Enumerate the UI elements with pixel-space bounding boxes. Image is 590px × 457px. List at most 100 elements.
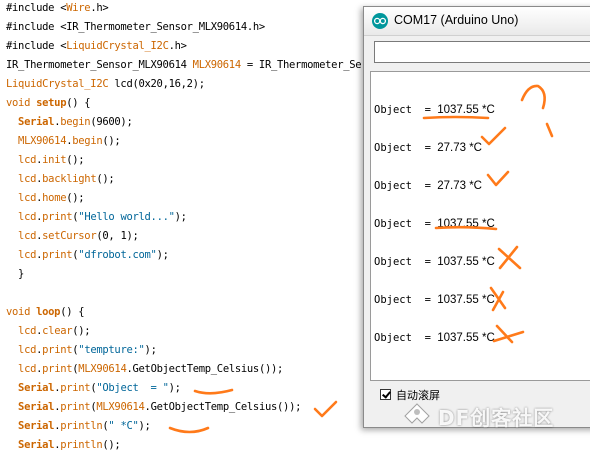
code-line: lcd.print("tempture:"); [6, 341, 157, 360]
code-token: loop [36, 306, 61, 318]
code-token: ); [138, 420, 151, 432]
code-line: Serial.print("Object = "); [6, 379, 181, 398]
code-token: (); [66, 154, 85, 166]
code-token: IR_Thermometer_Sensor_MLX90614 [6, 59, 193, 71]
code-line: lcd.backlight(); [6, 170, 115, 189]
serial-output-area[interactable]: Object = 1037.55 *C Object = 27.73 *C Obje… [370, 71, 590, 381]
serial-output-label: Object = [374, 218, 438, 230]
code-token: print [60, 401, 91, 413]
serial-output-label: Object = [374, 294, 438, 306]
code-token: lcd [18, 192, 37, 204]
code-token: lcd [18, 173, 37, 185]
code-token: " *C" [108, 420, 139, 432]
serial-output-line: Object = 1037.55 *C [374, 330, 495, 346]
code-token: lcd [18, 249, 37, 261]
code-line: Serial.begin(9600); [6, 113, 133, 132]
code-token: MLX90614 [78, 363, 127, 375]
code-line: lcd.print("dfrobot.com"); [6, 246, 169, 265]
code-token: (); [102, 135, 121, 147]
watermark: DF创客社区 [402, 398, 590, 432]
code-token: println [60, 420, 103, 432]
code-token: .GetObjectTemp_Celsius()); [144, 401, 302, 413]
code-token: home [42, 192, 67, 204]
code-line: lcd.print("Hello world..."); [6, 208, 187, 227]
send-input[interactable] [374, 41, 590, 63]
serial-output-value: 27.73 [437, 142, 466, 154]
code-token: LiquidCrystal_I2C [66, 40, 169, 52]
code-line: #include <Wire.h> [6, 0, 109, 18]
code-token: (); [96, 173, 115, 185]
serial-output-label: Object = [374, 332, 438, 344]
serial-output-unit: *C [478, 256, 495, 268]
code-token: print [42, 363, 73, 375]
autoscroll-checkbox[interactable] [380, 389, 391, 400]
serial-output-value: 27.73 [437, 180, 466, 192]
code-token: Serial [18, 401, 55, 413]
code-token: (0, 1); [96, 230, 139, 242]
code-token: print [60, 382, 91, 394]
code-token: (9600); [90, 116, 133, 128]
serial-output-label: Object = [374, 256, 438, 268]
code-token: "tempture:" [78, 344, 145, 356]
code-token: #include < [6, 2, 67, 14]
code-line: Serial.println(); [6, 436, 121, 455]
code-token: lcd(0x20,16,2); [108, 78, 205, 90]
code-token: Serial [18, 439, 55, 451]
code-token: () { [66, 97, 91, 109]
serial-output-line: Object = 27.73 *C [374, 178, 482, 194]
code-token: lcd [18, 325, 37, 337]
serial-output-line: Object = 1037.55 *C [374, 254, 495, 270]
code-token: ); [144, 344, 157, 356]
code-token: = IR_Thermometer_Ser [240, 59, 368, 71]
serial-monitor-window[interactable]: COM17 (Arduino Uno) Object = 1037.55 *C O… [363, 6, 590, 428]
code-token: begin [60, 116, 91, 128]
window-title: COM17 (Arduino Uno) [394, 13, 519, 27]
code-token: .h> [168, 40, 187, 52]
code-line: #include <LiquidCrystal_I2C.h> [6, 37, 187, 56]
df-logo-icon [404, 403, 430, 424]
serial-output-value: 1037.55 [437, 332, 479, 344]
code-token: LiquidCrystal_I2C [6, 78, 109, 90]
serial-output-line: Object = 1037.55 *C [374, 292, 495, 308]
code-line: #include <IR_Thermometer_Sensor_MLX90614… [6, 18, 265, 37]
code-token: .GetObjectTemp_Celsius()); [126, 363, 284, 375]
code-token: #include <IR_Thermometer_Sensor_MLX90614… [6, 21, 265, 33]
arduino-icon [372, 13, 388, 29]
code-token: MLX90614 [192, 59, 241, 71]
watermark-text: DF创客社区 [438, 406, 555, 430]
code-line: lcd.print(MLX90614.GetObjectTemp_Celsius… [6, 360, 283, 379]
code-token: print [42, 344, 73, 356]
code-token: Serial [18, 116, 55, 128]
code-token: ); [156, 249, 169, 261]
code-token: } [6, 268, 25, 280]
serial-monitor-titlebar[interactable]: COM17 (Arduino Uno) [364, 7, 590, 36]
serial-output-unit: *C [478, 104, 495, 116]
serial-output-line: Object = 27.73 *C [374, 140, 482, 156]
code-token: backlight [42, 173, 97, 185]
code-line: Serial.print(MLX90614.GetObjectTemp_Cels… [6, 398, 301, 417]
code-token: Serial [18, 382, 55, 394]
code-token: println [60, 439, 103, 451]
code-token: begin [72, 135, 103, 147]
serial-output-unit: *C [478, 218, 495, 230]
code-token: Wire [66, 2, 91, 14]
code-line: } [6, 265, 24, 284]
serial-output-unit: *C [478, 294, 495, 306]
serial-output-value: 1037.55 [437, 256, 479, 268]
code-token: lcd [18, 154, 37, 166]
code-token: lcd [18, 363, 37, 375]
serial-output-value: 1037.55 [437, 218, 479, 230]
serial-output-label: Object = [374, 142, 438, 154]
code-line: void loop() { [6, 303, 85, 322]
serial-output-line: Object = 1037.55 *C [374, 216, 495, 232]
